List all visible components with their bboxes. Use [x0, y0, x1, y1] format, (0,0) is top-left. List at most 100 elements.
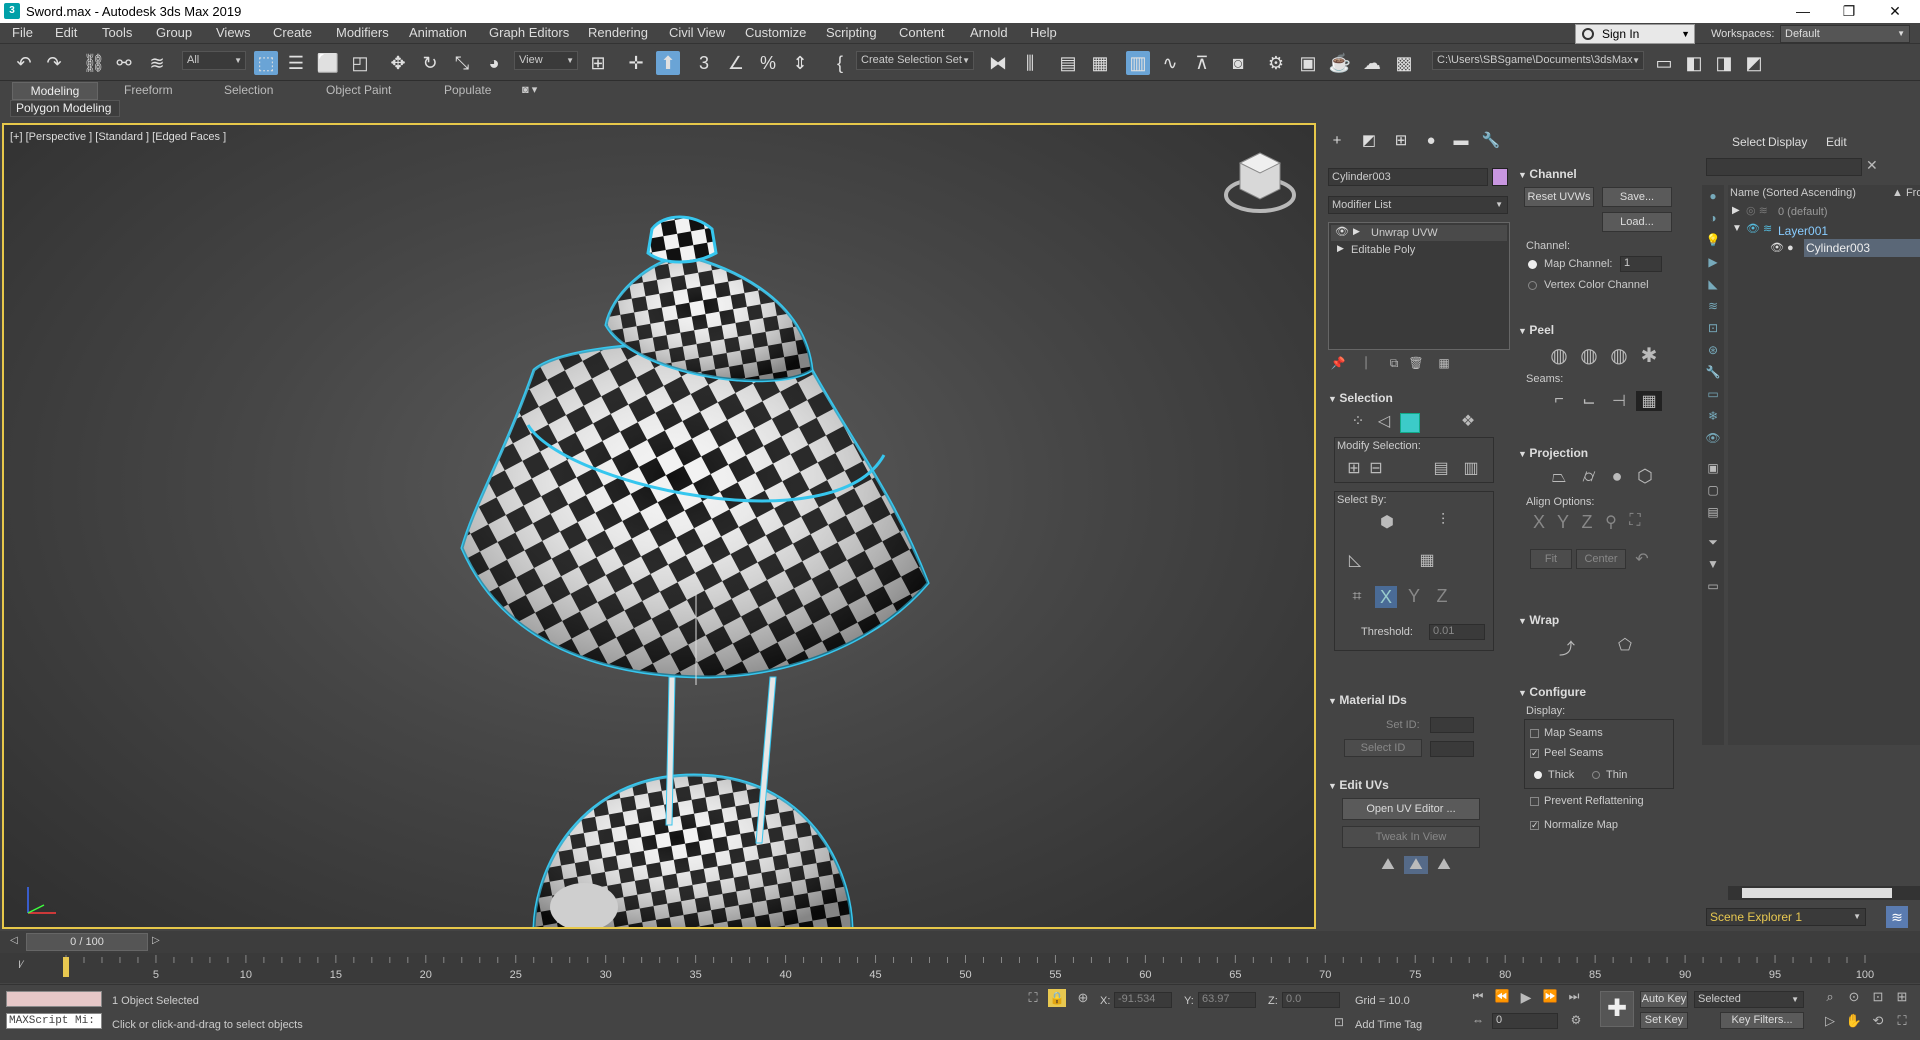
map-channel-radio[interactable] — [1528, 260, 1537, 269]
show-end-result-icon[interactable]: ⏐ — [1358, 356, 1374, 371]
object-name-field[interactable]: Cylinder003 — [1328, 168, 1488, 186]
sign-in-button[interactable]: Sign In ▼ — [1575, 24, 1695, 44]
create-tab-icon[interactable]: + — [1326, 131, 1348, 151]
pelt-map-icon[interactable]: ✱ — [1636, 343, 1662, 368]
display-xrefs-icon[interactable]: ⊛ — [1704, 343, 1722, 357]
display-helpers-icon[interactable]: ◣ — [1704, 277, 1722, 291]
menu-modifiers[interactable]: Modifiers — [336, 25, 389, 40]
scale-icon[interactable]: ⤡ — [450, 51, 474, 75]
select-overlap-icon[interactable]: ⬢ — [1375, 512, 1399, 532]
layer-add-icon[interactable]: ◨ — [1712, 51, 1736, 75]
reset-peel-icon[interactable]: ◍ — [1606, 343, 1632, 368]
display-all-icon[interactable]: ▣ — [1704, 461, 1722, 475]
schematic-view-icon[interactable]: ⊼ — [1190, 51, 1214, 75]
filter-selected-icon[interactable]: ▼ — [1704, 557, 1722, 571]
map-seams-checkbox[interactable] — [1530, 729, 1539, 738]
ribbon-tab-modeling[interactable]: Modeling — [12, 82, 98, 100]
rendered-frame-window-icon[interactable]: ▣ — [1296, 51, 1320, 75]
shrink-selection-icon[interactable]: ⊟ — [1365, 458, 1387, 478]
selection-lock-icon[interactable]: 🔒 — [1048, 989, 1066, 1007]
display-frozen-icon[interactable]: ❄ — [1704, 409, 1722, 423]
time-slider-prev-icon[interactable]: ◁ — [10, 935, 18, 946]
vertex-color-channel-radio[interactable] — [1528, 281, 1537, 290]
absolute-mode-icon[interactable]: ⊕ — [1074, 990, 1092, 1006]
time-slider-next-icon[interactable]: ▷ — [152, 935, 160, 946]
reference-coordinate-select[interactable]: View ▼ — [514, 51, 578, 70]
best-align-icon[interactable]: ⚲ — [1600, 512, 1622, 532]
select-id-button[interactable]: Select ID — [1344, 739, 1422, 757]
object-visibility-icon[interactable]: 👁 ● — [1770, 241, 1794, 254]
x-coordinate-field[interactable]: -91.534 — [1114, 992, 1172, 1008]
align-x-button[interactable]: X — [1528, 512, 1550, 533]
select-id-spinner[interactable] — [1430, 741, 1474, 757]
menu-content[interactable]: Content — [899, 25, 945, 40]
display-space-warps-icon[interactable]: ≋ — [1704, 299, 1722, 313]
convert-edges-to-seams-icon[interactable]: ⊣ — [1606, 391, 1632, 411]
zoom-icon[interactable]: ⌕ — [1820, 989, 1840, 1005]
pin-vertex-icon[interactable]: ⛰ — [1376, 856, 1400, 874]
edge-select-icon[interactable]: ◁ — [1372, 411, 1396, 433]
z-coordinate-field[interactable]: 0.0 — [1282, 992, 1340, 1008]
time-slider-thumb[interactable]: 0 / 100 — [26, 933, 148, 951]
current-frame-field[interactable]: 0 — [1492, 1013, 1558, 1029]
lock-cell-icon[interactable]: ▭ — [1704, 579, 1722, 593]
element-select-icon[interactable]: ❖ — [1456, 411, 1480, 433]
menu-scripting[interactable]: Scripting — [826, 25, 877, 40]
isolate-selection-icon[interactable]: ⛶ — [1024, 990, 1042, 1006]
select-by-smoothing-icon[interactable]: ◺ — [1343, 550, 1367, 570]
edit-named-selection-icon[interactable]: { — [828, 51, 852, 75]
mini-curve-editor-icon[interactable]: Ι∕ — [18, 959, 23, 971]
project-folder-select[interactable]: C:\Users\SBSgame\Documents\3dsMax ▼ — [1432, 51, 1644, 70]
pin-face-icon[interactable]: ⛰ — [1432, 856, 1456, 874]
tweak-in-view-button[interactable]: Tweak In View — [1342, 826, 1480, 848]
spline-map-icon[interactable]: ⤴ — [1554, 635, 1580, 659]
maximize-viewport-icon[interactable]: ⛶ — [1892, 1013, 1912, 1029]
auto-key-button[interactable]: Auto Key — [1640, 991, 1688, 1008]
named-selection-set-select[interactable]: Create Selection Set ▼ — [856, 51, 974, 70]
tree-item-cylinder003[interactable]: Cylinder003 — [1804, 239, 1920, 257]
perspective-viewport[interactable]: [+] [Perspective ] [Standard ] [Edged Fa… — [2, 123, 1316, 929]
field-of-view-icon[interactable]: ▷ — [1820, 1013, 1840, 1029]
configure-modifier-sets-icon[interactable]: ▦ — [1436, 356, 1452, 370]
display-hidden-icon[interactable]: 👁 — [1704, 431, 1722, 445]
grow-selection-icon[interactable]: ⊞ — [1343, 458, 1365, 478]
goto-start-icon[interactable]: ⏮ — [1468, 989, 1488, 1004]
key-mode-select[interactable]: Selected ▼ — [1694, 991, 1804, 1008]
menu-arnold[interactable]: Arnold — [970, 25, 1008, 40]
menu-views[interactable]: Views — [216, 25, 250, 40]
menu-file[interactable]: File — [12, 25, 33, 40]
placement-icon[interactable]: ◕ — [482, 51, 506, 75]
ribbon-tab-freeform[interactable]: Freeform — [124, 83, 173, 97]
percent-snap-icon[interactable]: % — [756, 51, 780, 75]
edit-uvs-header[interactable]: ▼ Edit UVs — [1328, 778, 1389, 792]
selection-filter-select[interactable]: All ▼ — [182, 51, 246, 70]
time-tag-icon[interactable]: ⊡ — [1330, 1015, 1348, 1029]
timeline-current-frame-marker[interactable] — [63, 957, 69, 977]
frozen-column-header[interactable]: ▲ Fro — [1892, 187, 1920, 199]
scene-search-input[interactable] — [1706, 158, 1862, 176]
zoom-extents-icon[interactable]: ⊡ — [1868, 989, 1888, 1005]
modifier-stack-item-unwrap[interactable]: 👁 ▶ Unwrap UVW — [1331, 225, 1507, 241]
reset-uvws-button[interactable]: Reset UVWs — [1524, 187, 1594, 207]
next-frame-icon[interactable]: ⏩ — [1540, 989, 1560, 1003]
select-object-icon[interactable]: ⬚ — [254, 51, 278, 75]
display-tab-icon[interactable]: ▬ — [1450, 131, 1472, 151]
layer-explorer-toggle-icon[interactable]: ≋ — [1886, 906, 1908, 928]
snaps-toggle-icon[interactable]: 3 — [692, 51, 716, 75]
box-map-icon[interactable]: ⬡ — [1632, 466, 1658, 487]
render-production-icon[interactable]: ☕ — [1328, 51, 1352, 75]
quick-peel-icon[interactable]: ◍ — [1546, 343, 1572, 368]
maxscript-listener-top[interactable] — [6, 991, 102, 1007]
save-uvws-button[interactable]: Save... — [1602, 187, 1672, 207]
menu-help[interactable]: Help — [1030, 25, 1057, 40]
thin-radio[interactable] — [1592, 771, 1600, 779]
channel-header[interactable]: ▼ Channel — [1518, 167, 1577, 181]
loop-selection-icon[interactable]: ▤ — [1427, 458, 1455, 478]
modifier-stack-item-editable-poly[interactable]: ▶ Editable Poly — [1331, 242, 1507, 258]
filter-icon[interactable]: ⏷ — [1704, 535, 1722, 550]
spinner-snap-icon[interactable]: ⇕ — [788, 51, 812, 75]
toggle-layer-explorer-icon[interactable]: ▦ — [1088, 51, 1112, 75]
pan-view-icon[interactable]: ✋ — [1844, 1013, 1864, 1029]
expand-arrow-icon[interactable]: ▶ — [1732, 205, 1740, 216]
render-in-cloud-icon[interactable]: ☁ — [1360, 51, 1384, 75]
